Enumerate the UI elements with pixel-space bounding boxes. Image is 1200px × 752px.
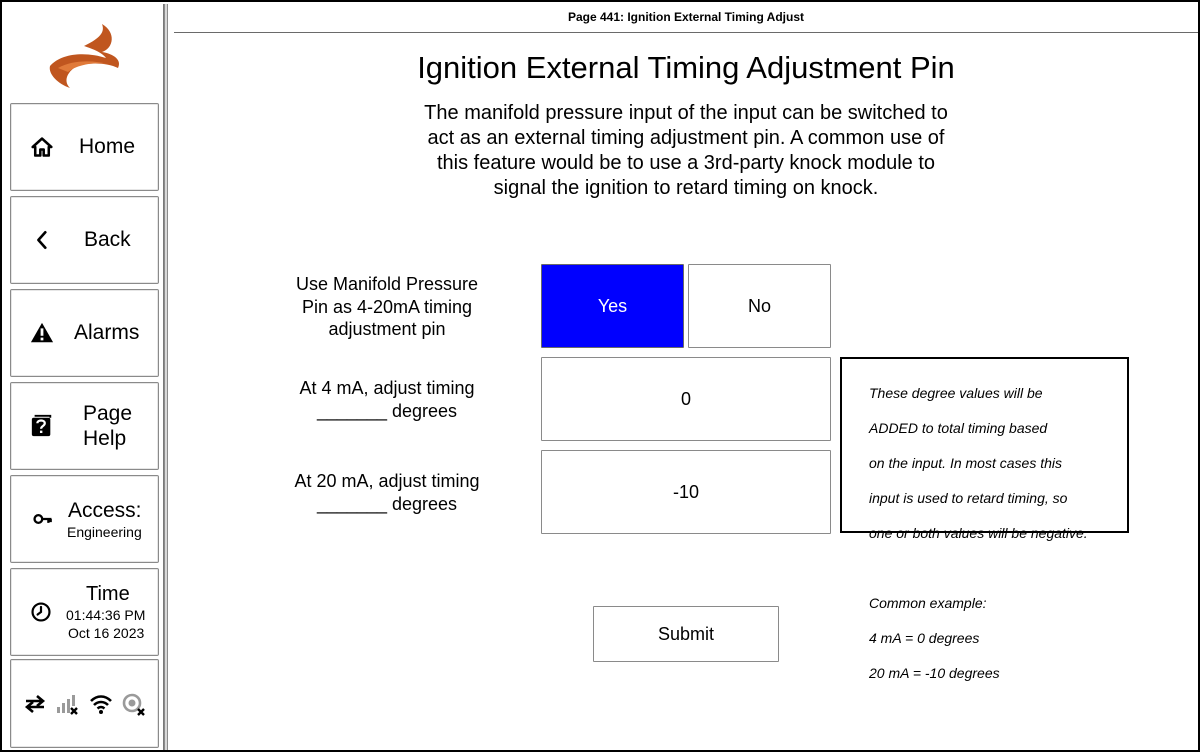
page-help-button[interactable]: Page Help [10,382,159,470]
at-20ma-label: At 20 mA, adjust timing _______ degrees [272,470,502,515]
yes-toggle-button[interactable]: Yes [541,264,684,348]
description-line: signal the ignition to retard timing on … [493,177,879,199]
note-line: These degree values will be [869,384,1043,401]
home-icon [31,137,53,157]
date-value: Oct 16 2023 [68,625,145,641]
time-value: 01:44:36 PM [66,607,146,623]
info-note-box: These degree values will be ADDED to tot… [840,357,1129,681]
description-line: The manifold pressure input of the input… [424,102,948,124]
sidebar: Home Back Alarms Page Help Access: Engin… [4,4,164,750]
page-help-label-line1: Page [83,402,133,425]
header-divider [174,32,1198,33]
alarms-button[interactable]: Alarms [10,289,159,377]
access-label: Access: [68,499,142,522]
signal-bars-disconnected-icon [57,695,78,715]
swap-arrows-icon [24,695,46,713]
page-header-title: Page 441: Ignition External Timing Adjus… [567,10,805,24]
description-line: this feature would be to use a 3rd-party… [436,152,936,174]
home-label: Home [79,135,136,158]
time-button[interactable]: Time 01:44:36 PM Oct 16 2023 [10,568,159,656]
submit-button[interactable]: Submit [593,606,779,662]
brand-logo [49,24,120,88]
at-4ma-label-line: _______ degrees [316,400,458,421]
clock-icon [31,602,51,622]
home-button[interactable]: Home [10,103,159,191]
at-4ma-label: At 4 mA, adjust timing _______ degrees [272,377,502,422]
back-button[interactable]: Back [10,196,159,284]
screen-frame: Home Back Alarms Page Help Access: Engin… [0,0,1200,752]
note-line: 4 mA = 0 degrees [869,629,980,646]
use-pin-label: Use Manifold Pressure Pin as 4-20mA timi… [272,273,502,341]
chevron-left-icon [37,231,47,249]
at-20ma-label-line: _______ degrees [316,493,458,514]
note-line: input is used to retard timing, so [869,489,1068,506]
page-help-label-line2: Help [83,427,127,450]
access-button[interactable]: Access: Engineering [10,475,159,563]
sidebar-divider [164,4,168,750]
use-pin-label-line: Pin as 4-20mA timing [301,296,473,317]
time-label: Time [86,583,130,605]
use-pin-label-line: adjustment pin [328,319,446,339]
access-level: Engineering [67,524,142,540]
help-book-icon [31,414,52,437]
at-4ma-label-line: At 4 mA, adjust timing [299,378,475,398]
wifi-icon [90,695,112,714]
alarms-label: Alarms [74,321,140,344]
back-label: Back [84,228,131,251]
use-pin-label-line: Use Manifold Pressure [295,274,479,294]
note-line: 20 mA = -10 degrees [869,664,1000,681]
at-20ma-label-line: At 20 mA, adjust timing [294,471,480,491]
description-line: act as an external timing adjustment pin… [427,127,945,149]
note-line: one or both values will be negative. [869,524,1088,541]
gps-disconnected-icon [122,693,145,716]
note-line: Common example: [869,594,987,611]
at-20ma-value-input[interactable]: -10 [541,450,831,534]
at-4ma-value-input[interactable]: 0 [541,357,831,441]
note-line: ADDED to total timing based [869,419,1048,436]
page-description: The manifold pressure input of the input… [372,101,1000,201]
note-spacer [869,560,1117,578]
page-title: Ignition External Timing Adjustment Pin [417,50,955,85]
warning-icon [30,322,54,343]
note-line: on the input. In most cases this [869,454,1062,471]
no-toggle-button[interactable]: No [688,264,831,348]
status-bar-button[interactable] [10,659,159,748]
key-icon [33,514,52,524]
